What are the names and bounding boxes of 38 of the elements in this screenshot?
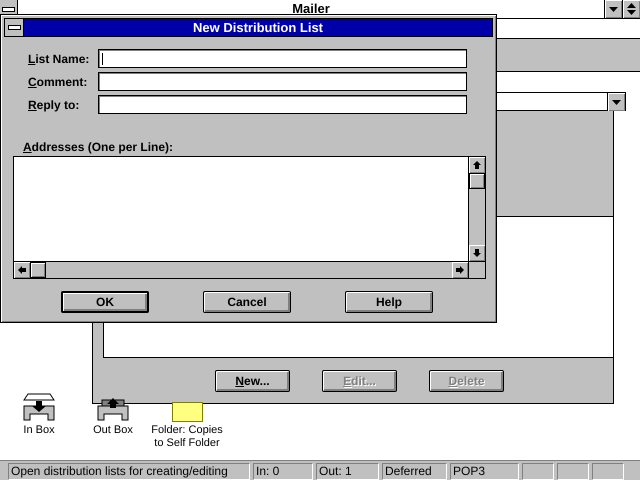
restore-button[interactable] [622,0,640,18]
caret-icon [609,6,618,12]
scroll-up-icon[interactable] [469,157,485,173]
icon-label: In Box [23,424,55,437]
input-field[interactable] [98,49,467,68]
dialog-button[interactable]: Cancel [203,291,291,313]
input-field[interactable] [98,95,467,114]
scroll-right-icon[interactable] [452,262,468,278]
scrollbar-corner [468,261,485,278]
system-menu-button[interactable] [5,19,24,36]
window-title: Mailer [291,0,331,18]
icon-label: Folder: Copies to Self Folder [151,424,223,450]
dialog-title: New Distribution List [192,19,324,36]
scroll-down-icon[interactable] [469,245,485,261]
status-text: Out: 1 [316,463,379,480]
input-field[interactable] [98,72,467,91]
icon-label: Out Box [93,424,133,437]
status-text: In: 0 [253,463,313,480]
restore-icon [627,3,636,15]
addresses-text-area[interactable] [13,156,486,279]
field-label: List Name: [28,52,90,66]
status-text: Open distribution lists for creating/editing [8,463,250,480]
dialog-button[interactable]: New... [215,370,290,392]
field-label: Reply to: [28,98,80,112]
dialog-button[interactable]: OK [61,291,149,313]
horizontal-scrollbar[interactable] [14,261,468,278]
scroll-left-icon[interactable] [14,262,30,278]
dialog-button[interactable]: Help [345,291,433,313]
minimize-button[interactable] [604,0,622,18]
scroll-thumb[interactable] [469,173,485,189]
field-label: Comment: [28,74,88,88]
inbox-icon[interactable] [22,392,56,422]
status-text: POP3 [450,463,519,480]
scroll-thumb[interactable] [30,262,46,278]
field-label: Addresses (One per Line): [23,140,174,154]
vertical-scrollbar[interactable] [468,157,485,261]
status-text: Deferred [382,463,447,480]
caret-icon [612,100,621,104]
